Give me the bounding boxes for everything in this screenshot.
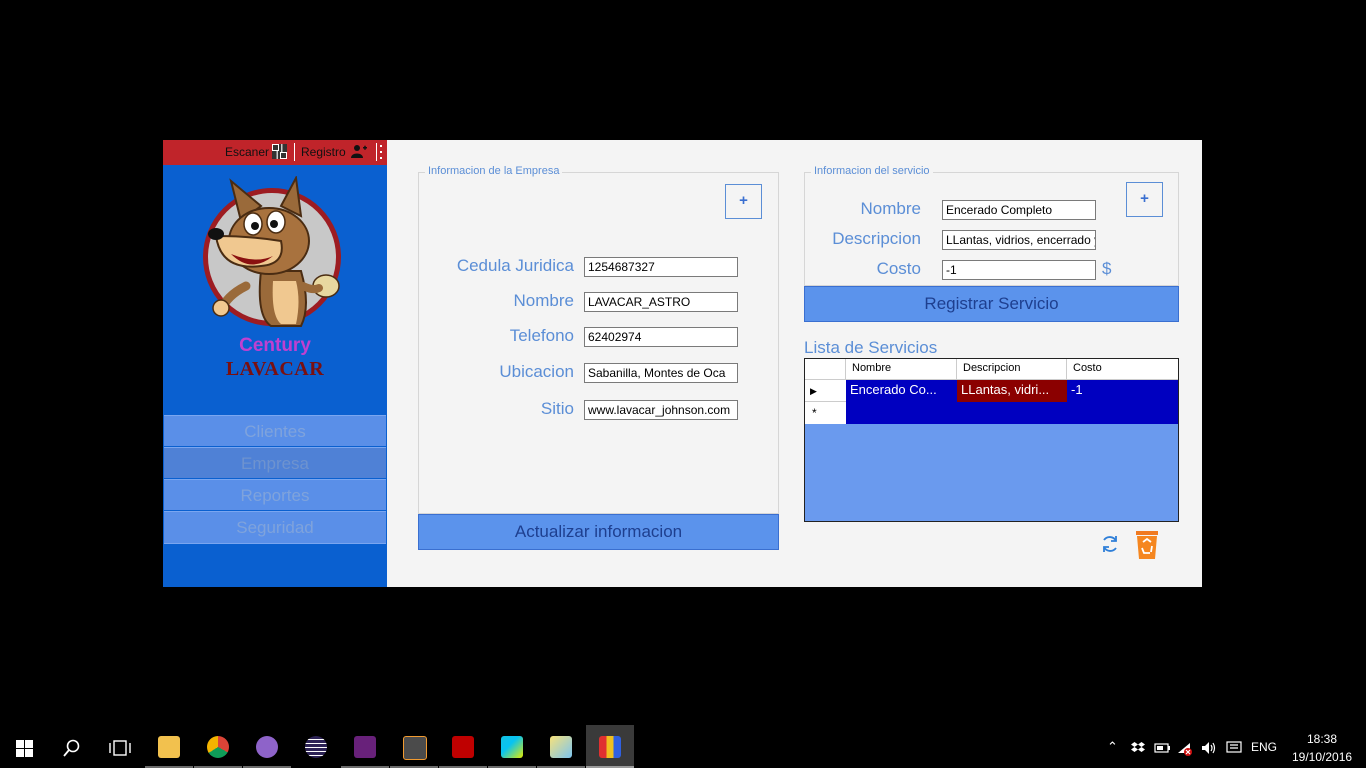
grid-new-row[interactable] xyxy=(846,402,1178,424)
tray-overflow-chevron-icon[interactable]: ⌃ xyxy=(1107,739,1118,755)
grid-corner-header xyxy=(805,359,846,380)
row-selector-arrow[interactable]: ▶ xyxy=(805,380,846,402)
taskbar-current-app[interactable] xyxy=(586,725,634,768)
add-user-icon[interactable] xyxy=(351,144,367,158)
company-name-field[interactable]: LAVACAR_ASTRO xyxy=(584,292,738,312)
taskbar-filezilla[interactable] xyxy=(439,725,487,768)
windows-start-icon[interactable] xyxy=(16,740,33,757)
update-info-button[interactable]: Actualizar informacion xyxy=(418,514,779,550)
clock-time[interactable]: 18:38 xyxy=(1307,732,1337,746)
brand-century: Century xyxy=(239,335,311,356)
taskbar-webstorm[interactable] xyxy=(488,725,536,768)
telefono-field[interactable]: 62402974 xyxy=(584,327,738,347)
chrome-icon xyxy=(207,736,229,758)
app-window: Escaner Registro Century LAVACAR Cliente… xyxy=(163,140,1202,587)
sitio-label: Sitio xyxy=(540,399,574,418)
battery-icon[interactable] xyxy=(1154,742,1170,754)
brand-lavacar: LAVACAR xyxy=(225,358,325,380)
sublime-icon xyxy=(403,736,427,760)
grid-cell-costo[interactable]: -1 xyxy=(1067,380,1178,402)
company-add-button[interactable]: + xyxy=(725,184,762,219)
qr-code-icon[interactable] xyxy=(272,144,287,159)
sidebar-topbar: Escaner Registro xyxy=(163,140,387,165)
search-icon[interactable] xyxy=(63,739,81,757)
taskbar-visual-studio[interactable] xyxy=(341,725,389,768)
services-list-title: Lista de Servicios xyxy=(804,338,938,357)
taskbar-file-explorer[interactable] xyxy=(145,725,193,768)
recycle-bin-icon[interactable] xyxy=(1134,528,1160,560)
currency-symbol: $ xyxy=(1102,259,1112,278)
notes-icon xyxy=(550,736,572,758)
topbar-divider xyxy=(294,143,295,161)
taskbar-github[interactable] xyxy=(243,725,291,768)
volume-icon[interactable] xyxy=(1201,741,1217,755)
taskbar-eclipse[interactable] xyxy=(292,725,340,768)
sidebar: Escaner Registro Century LAVACAR Cliente… xyxy=(163,140,387,587)
scanner-link[interactable]: Escaner xyxy=(225,145,269,159)
service-group-title: Informacion del servicio xyxy=(811,165,933,177)
grid-header-descripcion[interactable]: Descripcion xyxy=(957,359,1067,380)
cedula-label: Cedula Juridica xyxy=(456,256,574,275)
service-name-label: Nombre xyxy=(860,199,921,218)
service-name-field[interactable]: Encerado Completo xyxy=(942,200,1096,220)
eclipse-icon xyxy=(305,736,327,758)
taskbar-sublime[interactable] xyxy=(390,725,438,768)
clock-date[interactable]: 19/10/2016 xyxy=(1292,750,1352,764)
network-icon[interactable] xyxy=(1177,741,1193,756)
sitio-field[interactable]: www.lavacar_johnson.com xyxy=(584,400,738,420)
taskbar-chrome[interactable] xyxy=(194,725,242,768)
github-icon xyxy=(256,736,278,758)
grid-cell-descripcion[interactable]: LLantas, vidri... xyxy=(957,380,1067,402)
webstorm-icon xyxy=(501,736,523,758)
nav-seguridad[interactable]: Seguridad xyxy=(164,511,386,544)
grid-header-nombre[interactable]: Nombre xyxy=(846,359,957,380)
grid-header-costo[interactable]: Costo xyxy=(1067,359,1178,380)
grid-cell-nombre[interactable]: Encerado Co... xyxy=(846,380,957,402)
cedula-field[interactable]: 1254687327 xyxy=(584,257,738,277)
service-cost-label: Costo xyxy=(876,259,921,278)
company-name-label: Nombre xyxy=(513,291,574,310)
task-view-icon[interactable] xyxy=(109,740,131,756)
nav-empresa[interactable]: Empresa xyxy=(164,447,386,478)
filezilla-icon xyxy=(452,736,474,758)
nav-clientes[interactable]: Clientes xyxy=(164,415,386,446)
ubicacion-field[interactable]: Sabanilla, Montes de Oca xyxy=(584,363,738,383)
taskbar-notes[interactable] xyxy=(537,725,585,768)
folder-icon xyxy=(158,736,180,758)
telefono-label: Telefono xyxy=(509,326,574,345)
nav-reportes[interactable]: Reportes xyxy=(164,479,386,510)
refresh-icon[interactable] xyxy=(1100,534,1120,554)
service-cost-field[interactable]: -1 xyxy=(942,260,1096,280)
ubicacion-label: Ubicacion xyxy=(499,362,574,381)
register-link[interactable]: Registro xyxy=(301,145,346,159)
more-options-icon[interactable] xyxy=(376,143,385,161)
language-indicator[interactable]: ENG xyxy=(1251,740,1277,754)
action-center-icon[interactable] xyxy=(1226,741,1242,755)
wolf-mascot-logo xyxy=(208,176,340,327)
new-row-marker[interactable]: * xyxy=(805,402,846,424)
service-description-field[interactable]: LLantas, vidrios, encerrado y as xyxy=(942,230,1096,250)
visual-studio-icon xyxy=(354,736,376,758)
company-group-title: Informacion de la Empresa xyxy=(425,165,563,177)
dropbox-icon[interactable] xyxy=(1131,741,1145,755)
service-description-label: Descripcion xyxy=(832,229,921,248)
service-add-button[interactable]: + xyxy=(1126,182,1163,217)
register-service-button[interactable]: Registrar Servicio xyxy=(804,286,1179,322)
current-app-icon xyxy=(599,736,621,758)
services-grid[interactable]: Nombre Descripcion Costo ▶ Encerado Co..… xyxy=(804,358,1179,522)
